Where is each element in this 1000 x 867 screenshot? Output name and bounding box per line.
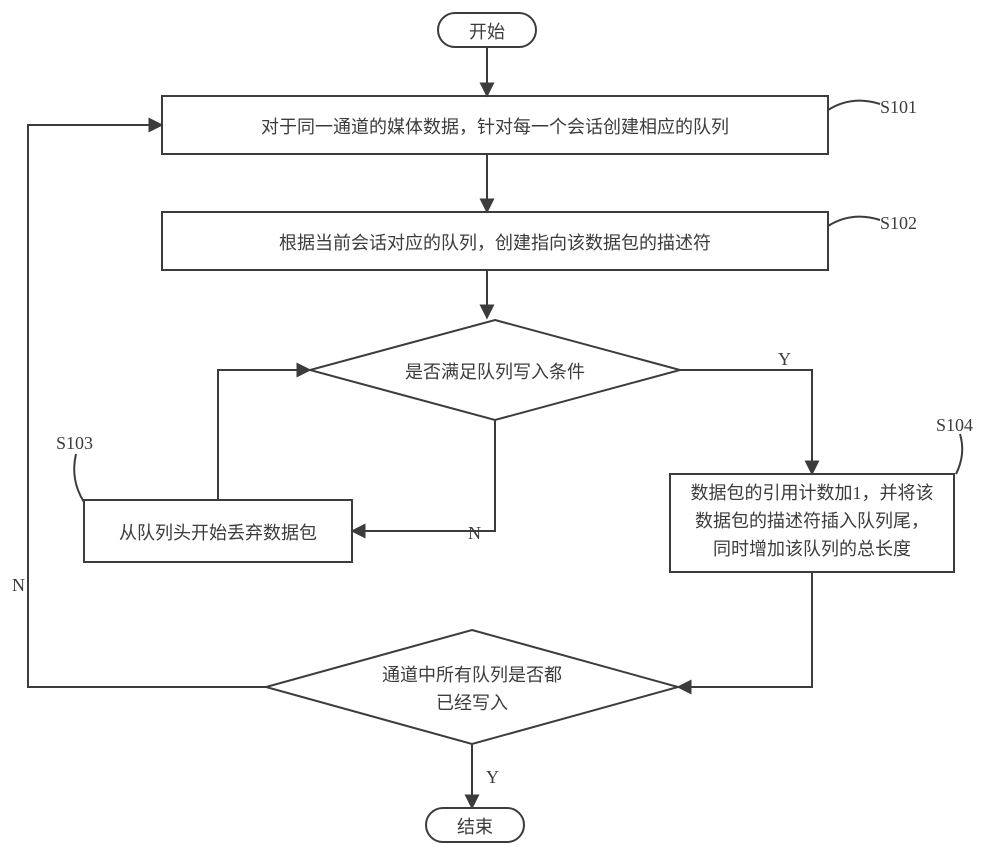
d2-line2: 已经写入 — [300, 690, 644, 718]
s104-line2: 数据包的描述符插入队列尾， — [674, 508, 950, 536]
d1-text: 是否满足队列写入条件 — [310, 359, 680, 387]
s103-tag: S103 — [56, 430, 93, 458]
tag-leader-s102 — [828, 217, 880, 226]
s101-text: 对于同一通道的媒体数据，针对每一个会话创建相应的队列 — [162, 114, 828, 142]
s101-tag: S101 — [880, 94, 917, 122]
edge-d2-no — [28, 125, 266, 687]
s102-tag: S102 — [880, 210, 917, 238]
edge-d1-no — [352, 420, 495, 531]
d1-no-label: N — [468, 520, 481, 548]
d2-no-label: N — [12, 572, 25, 600]
tag-leader-s103 — [74, 454, 84, 502]
end-label: 结束 — [426, 814, 524, 842]
edge-d1-yes — [680, 370, 812, 474]
s103-text: 从队列头开始丢弃数据包 — [84, 520, 352, 548]
d2-yes-label: Y — [486, 764, 499, 792]
s104-tag: S104 — [936, 412, 973, 440]
edge-s103-d1 — [218, 370, 310, 500]
s104-line3: 同时增加该队列的总长度 — [674, 536, 950, 564]
d1-yes-label: Y — [778, 346, 791, 374]
edge-s104-d2 — [678, 572, 812, 687]
s102-text: 根据当前会话对应的队列，创建指向该数据包的描述符 — [162, 230, 828, 258]
start-label: 开始 — [438, 19, 536, 47]
s104-line1: 数据包的引用计数加1，并将该 — [674, 480, 950, 508]
d2-line1: 通道中所有队列是否都 — [300, 662, 644, 690]
tag-leader-s101 — [828, 101, 880, 110]
tag-leader-s104 — [956, 434, 962, 474]
